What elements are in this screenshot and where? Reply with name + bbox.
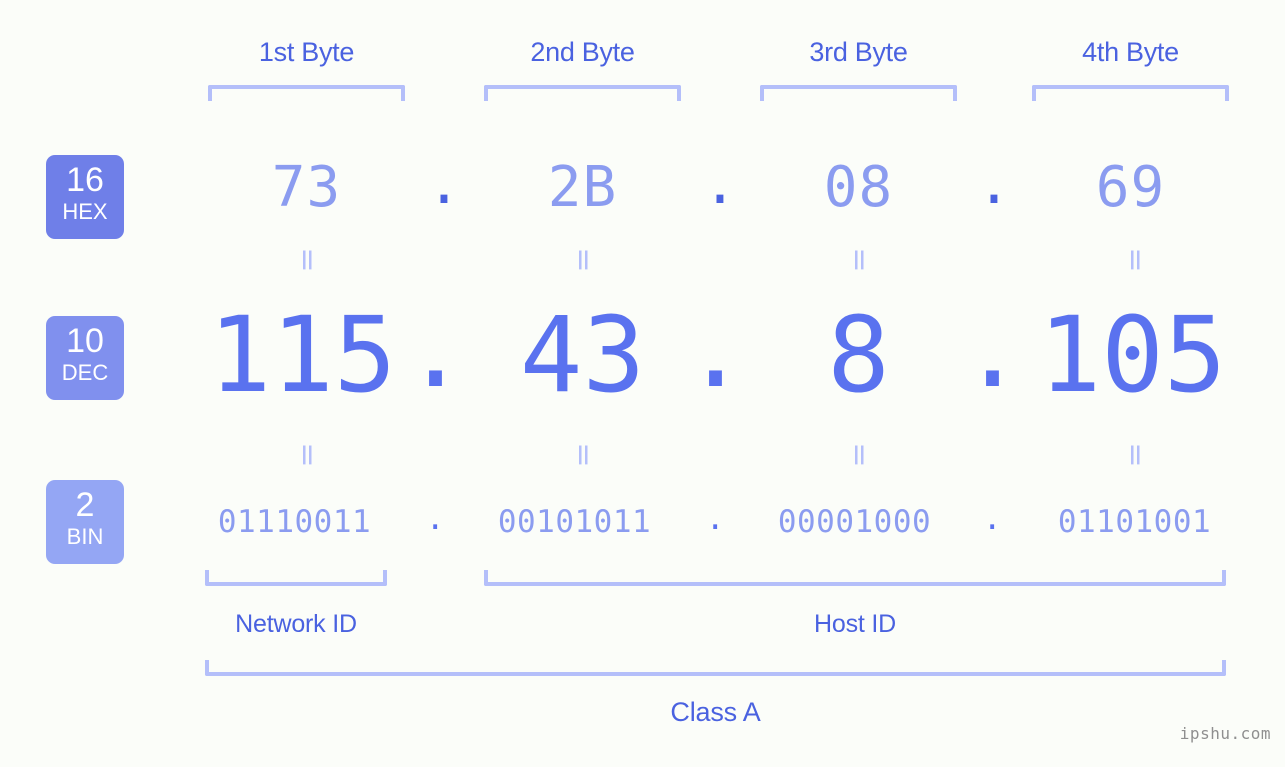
base-badge-hex-number: 16 <box>66 161 104 199</box>
host-id-bracket <box>484 570 1226 586</box>
byte-header-4: 4th Byte <box>1082 37 1179 67</box>
equals-icon-hex-dec-4: = <box>1118 247 1153 273</box>
byte-bracket-3 <box>760 85 957 101</box>
base-badge-hex: 16 HEX <box>46 155 124 239</box>
hex-value-1: 73 <box>271 155 342 220</box>
dec-value-2: 43 <box>519 294 646 416</box>
equals-icon-hex-dec-1: = <box>290 247 325 273</box>
equals-icon-dec-bin-4: = <box>1118 442 1153 468</box>
base-badge-bin: 2 BIN <box>46 480 124 564</box>
dec-value-3: 8 <box>827 294 890 416</box>
hex-separator-1: . <box>427 152 462 217</box>
watermark: ipshu.com <box>1179 724 1271 743</box>
hex-value-2: 2B <box>547 155 618 220</box>
hex-value-4: 69 <box>1095 155 1166 220</box>
dec-separator-2: . <box>684 289 747 411</box>
dec-value-1: 115 <box>208 294 397 416</box>
hex-separator-3: . <box>977 152 1012 217</box>
bin-separator-2: . <box>705 501 726 537</box>
byte-header-1: 1st Byte <box>258 37 355 67</box>
base-badge-dec-number: 10 <box>66 322 104 360</box>
dec-separator-3: . <box>961 289 1024 411</box>
bin-separator-1: . <box>425 501 446 537</box>
network-id-bracket <box>205 570 387 586</box>
equals-icon-hex-dec-3: = <box>842 247 877 273</box>
equals-icon-dec-bin-2: = <box>566 442 601 468</box>
byte-bracket-1 <box>208 85 405 101</box>
bin-separator-3: . <box>982 501 1003 537</box>
bin-value-4: 01101001 <box>1057 504 1212 540</box>
base-badge-bin-system: BIN <box>66 524 104 549</box>
hex-separator-2: . <box>703 152 738 217</box>
equals-icon-hex-dec-2: = <box>566 247 601 273</box>
byte-header-2: 2nd Byte <box>530 37 635 67</box>
base-badge-dec: 10 DEC <box>46 316 124 400</box>
class-bracket <box>205 660 1226 676</box>
base-badge-hex-system: HEX <box>62 199 108 224</box>
class-label: Class A <box>670 697 761 727</box>
ip-breakdown-diagram: 1st Byte 2nd Byte 3rd Byte 4th Byte 16 H… <box>0 0 1285 767</box>
bin-value-2: 00101011 <box>497 504 652 540</box>
base-badge-bin-number: 2 <box>75 486 95 524</box>
network-id-label: Network ID <box>235 610 357 638</box>
dec-value-4: 105 <box>1038 294 1227 416</box>
equals-icon-dec-bin-1: = <box>290 442 325 468</box>
byte-bracket-4 <box>1032 85 1229 101</box>
hex-value-3: 08 <box>823 155 894 220</box>
equals-icon-dec-bin-3: = <box>842 442 877 468</box>
byte-bracket-2 <box>484 85 681 101</box>
bin-value-1: 01110011 <box>217 504 372 540</box>
host-id-label: Host ID <box>814 610 896 638</box>
bin-value-3: 00001000 <box>777 504 932 540</box>
dec-separator-1: . <box>404 289 467 411</box>
byte-header-3: 3rd Byte <box>809 37 908 67</box>
base-badge-dec-system: DEC <box>61 360 109 385</box>
